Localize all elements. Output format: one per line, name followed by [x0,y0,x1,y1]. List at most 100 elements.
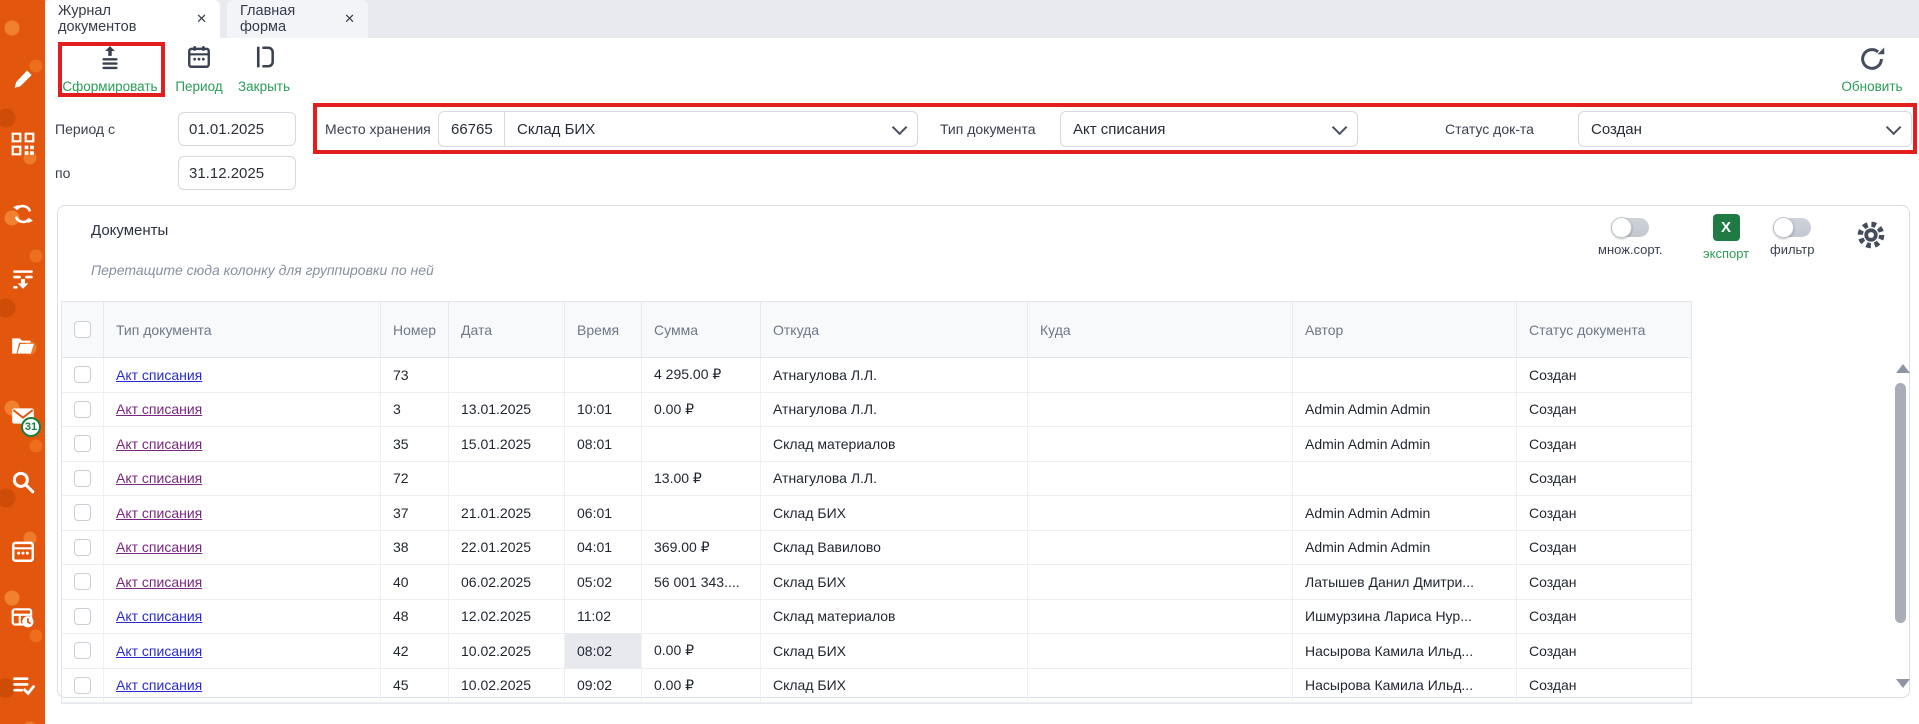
doc-link[interactable]: Акт списания [116,470,202,486]
row-checkbox-cell [62,427,104,461]
col-author[interactable]: Автор [1293,302,1517,357]
from-cell: Склад материалов [761,600,1028,634]
tab-label: Главная форма [240,3,334,35]
from-cell: Склад БИХ [761,496,1028,530]
row-checkbox[interactable] [74,435,91,452]
status-cell: Создан [1517,496,1691,530]
sidebar-item-search[interactable] [0,468,45,496]
generate-button[interactable]: Сформировать [68,44,152,94]
row-checkbox[interactable] [74,539,91,556]
time-cell: 11:02 [565,600,642,634]
select-all-checkbox[interactable] [74,321,91,338]
doc-link[interactable]: Акт списания [116,539,202,555]
col-date[interactable]: Дата [449,302,565,357]
col-time[interactable]: Время [565,302,642,357]
number-cell: 35 [381,427,449,461]
doc-type-select[interactable]: Акт списания [1060,111,1358,147]
sidebar-item-folder[interactable] [0,332,45,360]
gear-icon[interactable] [1855,219,1887,251]
col-from[interactable]: Откуда [761,302,1028,357]
doc-type-cell: Акт списания [104,427,381,461]
tab-bar: Журнал документов ✕ Главная форма ✕ [45,0,1919,38]
doc-link[interactable]: Акт списания [116,677,202,693]
row-checkbox[interactable] [74,504,91,521]
tab-journal[interactable]: Журнал документов ✕ [45,0,220,38]
col-status[interactable]: Статус документа [1517,302,1691,357]
doc-link[interactable]: Акт списания [116,436,202,452]
sum-cell: 369.00 ₽ [642,531,761,565]
doc-link[interactable]: Акт списания [116,367,202,383]
chevron-down-icon [892,119,908,135]
scroll-down-arrow[interactable] [1896,679,1910,688]
period-from-input[interactable] [178,112,296,146]
time-cell: 10:01 [565,393,642,427]
close-form-button[interactable]: Закрыть [222,44,306,94]
close-door-icon [251,44,277,70]
col-number[interactable]: Номер [381,302,449,357]
row-checkbox[interactable] [74,608,91,625]
date-cell [449,358,565,392]
row-checkbox-cell [62,565,104,599]
time-cell [565,462,642,496]
col-doc-type[interactable]: Тип документа [104,302,381,357]
table-row: Акт списания313.01.202510:010.00 ₽Атнагу… [62,393,1691,428]
sum-cell: 0.00 ₽ [642,669,761,703]
col-to[interactable]: Куда [1028,302,1293,357]
doc-link[interactable]: Акт списания [116,401,202,417]
vertical-scrollbar[interactable] [1895,383,1906,623]
table-row: Акт списания3515.01.202508:01Склад матер… [62,427,1691,462]
checklist-icon [10,672,36,698]
time-cell [565,358,642,392]
row-checkbox-cell [62,496,104,530]
export-label: экспорт [1703,246,1749,261]
doc-link[interactable]: Акт списания [116,643,202,659]
row-checkbox[interactable] [74,573,91,590]
row-checkbox[interactable] [74,677,91,694]
tab-main-form[interactable]: Главная форма ✕ [227,0,368,38]
close-icon[interactable]: ✕ [344,11,355,27]
sidebar-item-calendar[interactable] [0,537,45,565]
sidebar-item-export-list[interactable] [0,265,45,293]
to-cell [1028,462,1293,496]
toggle-knob [1611,217,1632,238]
sidebar-item-qr[interactable] [0,130,45,158]
doc-link[interactable]: Акт списания [116,574,202,590]
multi-sort-toggle[interactable] [1611,218,1649,237]
time-cell: 08:02 [565,634,642,668]
row-checkbox[interactable] [74,401,91,418]
sidebar-item-edit[interactable] [0,66,45,94]
sidebar-item-schedule[interactable] [0,604,45,632]
row-checkbox[interactable] [74,642,91,659]
sum-cell [642,600,761,634]
date-cell: 21.01.2025 [449,496,565,530]
to-cell [1028,565,1293,599]
number-cell: 40 [381,565,449,599]
row-checkbox[interactable] [74,366,91,383]
filter-toggle[interactable] [1773,218,1811,237]
table-row: Акт списания4006.02.202505:0256 001 343.… [62,565,1691,600]
col-sum[interactable]: Сумма [642,302,761,357]
status-cell: Создан [1517,427,1691,461]
scroll-up-arrow[interactable] [1896,364,1910,373]
from-cell: Атнагулова Л.Л. [761,462,1028,496]
status-select[interactable]: Создан [1578,111,1912,147]
period-to-input[interactable] [178,156,296,190]
doc-link[interactable]: Акт списания [116,608,202,624]
from-cell: Склад Вавилово [761,531,1028,565]
doc-link[interactable]: Акт списания [116,505,202,521]
sidebar-item-checklist[interactable] [0,671,45,699]
author-cell: Латышев Данил Дмитри... [1293,565,1517,599]
doc-type-cell: Акт списания [104,358,381,392]
row-checkbox[interactable] [74,470,91,487]
excel-icon[interactable]: X [1713,214,1740,241]
storage-select[interactable]: 66765 Склад БИХ [438,111,918,147]
refresh-button[interactable]: Обновить [1830,44,1914,94]
close-icon[interactable]: ✕ [196,11,207,27]
status-cell: Создан [1517,393,1691,427]
sidebar-item-sync[interactable] [0,200,45,228]
sum-cell: 4 295.00 ₽ [642,358,761,392]
from-cell: Склад БИХ [761,634,1028,668]
doc-type-cell: Акт списания [104,600,381,634]
refresh-label: Обновить [1841,79,1902,94]
date-cell: 22.01.2025 [449,531,565,565]
